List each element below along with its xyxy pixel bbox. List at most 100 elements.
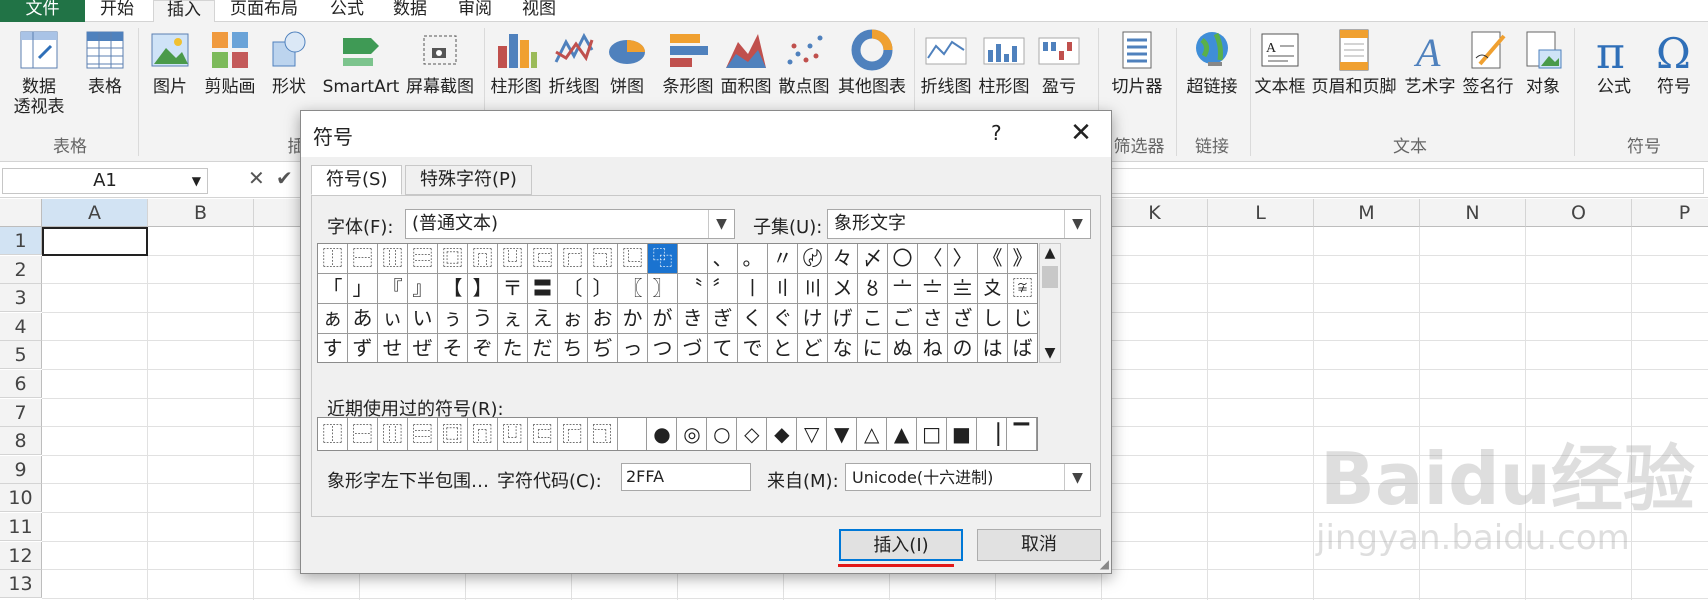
symbol-cell[interactable]: 〉 [948, 244, 978, 274]
recent-symbol[interactable]: ▽ [797, 418, 828, 450]
symbol-cell[interactable]: す [318, 334, 348, 362]
tab-formulas[interactable]: 公式 [330, 0, 364, 22]
column-chart-button[interactable]: 柱形图 [488, 28, 544, 98]
symbol-cell[interactable]: 〔 [558, 274, 588, 304]
row-header[interactable]: 10 [0, 484, 42, 513]
symbol-cell[interactable]: う [468, 304, 498, 334]
recent-symbol[interactable]: ⿹ [588, 418, 618, 450]
symbol-cell[interactable]: あ [348, 304, 378, 334]
scroll-up-icon[interactable]: ▲ [1040, 244, 1060, 262]
symbol-cell[interactable]: 〞 [708, 274, 738, 304]
select-all-corner[interactable] [0, 199, 42, 227]
recent-symbol[interactable]: ▔ [1007, 418, 1037, 450]
symbol-cell[interactable]: ず [348, 334, 378, 362]
symbol-cell[interactable]: た [498, 334, 528, 362]
column-header[interactable]: P [1632, 199, 1708, 227]
symbol-cell[interactable]: け [798, 304, 828, 334]
symbol-grid[interactable]: ⿰⿱⿲⿳⿴⿵⿶⿷⿸⿹⿺⿻、。〃〄々〆〇〈〉《》「」『』【】〒〓〔〕〖〗〝〞〡〢〣… [317, 243, 1038, 363]
area-chart-button[interactable]: 面积图 [718, 28, 774, 98]
symbol-cell[interactable]: 〢 [768, 274, 798, 304]
symbol-cell[interactable]: ⿳ [408, 244, 438, 274]
clipart-button[interactable]: 剪贴画 [200, 28, 260, 98]
insert-button[interactable]: 插入(I) [839, 529, 963, 561]
symbol-cell[interactable]: 〨 [948, 274, 978, 304]
symbol-cell[interactable]: ⿸ [558, 244, 588, 274]
recent-symbol[interactable] [618, 418, 648, 450]
symbol-cell[interactable]: ⿶ [498, 244, 528, 274]
recent-symbol[interactable]: ⿵ [468, 418, 498, 450]
symbol-cell-selected[interactable]: ⿻ [648, 244, 678, 274]
symbol-cell[interactable]: 〥 [858, 274, 888, 304]
symbol-cell[interactable]: ⿲ [378, 244, 408, 274]
symbol-cell[interactable]: く [738, 304, 768, 334]
symbol-cell[interactable]: に [858, 334, 888, 362]
recent-symbol[interactable]: □ [917, 418, 948, 450]
recent-symbol[interactable]: ◇ [737, 418, 768, 450]
help-button[interactable]: ? [991, 121, 1002, 145]
pivot-table-button[interactable]: 数据 透视表 [4, 28, 74, 118]
recent-symbol[interactable]: ⿳ [408, 418, 438, 450]
symbol-cell[interactable]: ぉ [558, 304, 588, 334]
row-header[interactable]: 12 [0, 541, 42, 570]
wordart-button[interactable]: A 艺术字 [1402, 28, 1458, 98]
recent-symbol[interactable]: ■ [947, 418, 977, 450]
cancel-formula-icon[interactable]: ✕ [248, 166, 265, 190]
symbol-cell[interactable]: で [738, 334, 768, 362]
symbol-cell[interactable]: 〆 [858, 244, 888, 274]
tab-page-layout[interactable]: 页面布局 [230, 0, 298, 22]
symbol-cell[interactable]: ざ [948, 304, 978, 334]
tab-home[interactable]: 开始 [100, 0, 134, 22]
hyperlink-button[interactable]: 超链接 [1180, 28, 1244, 98]
tab-file[interactable]: 文件 [0, 0, 85, 22]
symbol-cell[interactable]: そ [438, 334, 468, 362]
symbol-cell[interactable]: ⿴ [438, 244, 468, 274]
symbol-grid-scrollbar[interactable]: ▲ ▼ [1039, 243, 1061, 363]
row-header[interactable]: 8 [0, 427, 42, 456]
symbol-cell[interactable]: ぐ [768, 304, 798, 334]
symbol-cell[interactable]: 〕 [588, 274, 618, 304]
recent-symbol[interactable]: ⿰ [318, 418, 348, 450]
symbol-cell[interactable]: ち [558, 334, 588, 362]
symbol-cell[interactable]: は [978, 334, 1008, 362]
row-header[interactable]: 1 [0, 227, 42, 255]
symbol-cell[interactable]: ね [918, 334, 948, 362]
symbol-cell[interactable]: て [708, 334, 738, 362]
other-charts-button[interactable]: 其他图表 [834, 28, 910, 98]
scroll-down-icon[interactable]: ▼ [1040, 344, 1060, 362]
symbol-cell[interactable]: が [648, 304, 678, 334]
symbol-cell[interactable]: か [618, 304, 648, 334]
symbol-cell[interactable]: ば [1008, 334, 1037, 362]
symbol-cell[interactable]: 〖 [618, 274, 648, 304]
symbol-cell[interactable]: 〝 [678, 274, 708, 304]
recent-symbol[interactable]: ▕ [977, 418, 1007, 450]
row-header[interactable]: 2 [0, 255, 42, 284]
symbol-cell[interactable]: づ [678, 334, 708, 362]
symbol-cell[interactable]: お [588, 304, 618, 334]
symbol-cell[interactable]: 〗 [648, 274, 678, 304]
symbol-cell[interactable]: ⿷ [528, 244, 558, 274]
recent-symbol[interactable]: ⿲ [378, 418, 408, 450]
picture-button[interactable]: 图片 [148, 28, 192, 98]
symbol-cell[interactable]: ご [888, 304, 918, 334]
row-header[interactable]: 5 [0, 341, 42, 370]
symbol-cell[interactable]: 〈 [918, 244, 948, 274]
symbol-cell[interactable]: い [408, 304, 438, 334]
symbol-cell[interactable]: 》 [1008, 244, 1037, 274]
recent-symbol[interactable]: ⿸ [558, 418, 588, 450]
sparkline-winloss-button[interactable]: 盈亏 [1034, 28, 1084, 98]
scatter-chart-button[interactable]: 散点图 [776, 28, 832, 98]
textbox-button[interactable]: A 文本框 [1252, 28, 1308, 98]
recent-symbol[interactable]: ▼ [827, 418, 858, 450]
row-header[interactable]: 3 [0, 284, 42, 313]
symbol-cell[interactable]: 〣 [798, 274, 828, 304]
row-header[interactable]: 6 [0, 370, 42, 398]
subset-select[interactable]: 象形文字 ▼ [827, 209, 1091, 239]
symbol-button[interactable]: Ω 符号 [1646, 28, 1702, 98]
symbol-cell[interactable]: 、 [708, 244, 738, 274]
symbol-cell[interactable]: 。 [738, 244, 768, 274]
symbol-cell[interactable]: 『 [378, 274, 408, 304]
symbol-cell[interactable]: 』 [408, 274, 438, 304]
symbol-cell[interactable]: げ [828, 304, 858, 334]
name-box[interactable]: A1 ▼ [2, 168, 208, 194]
symbol-cell[interactable]: 〓 [528, 274, 558, 304]
